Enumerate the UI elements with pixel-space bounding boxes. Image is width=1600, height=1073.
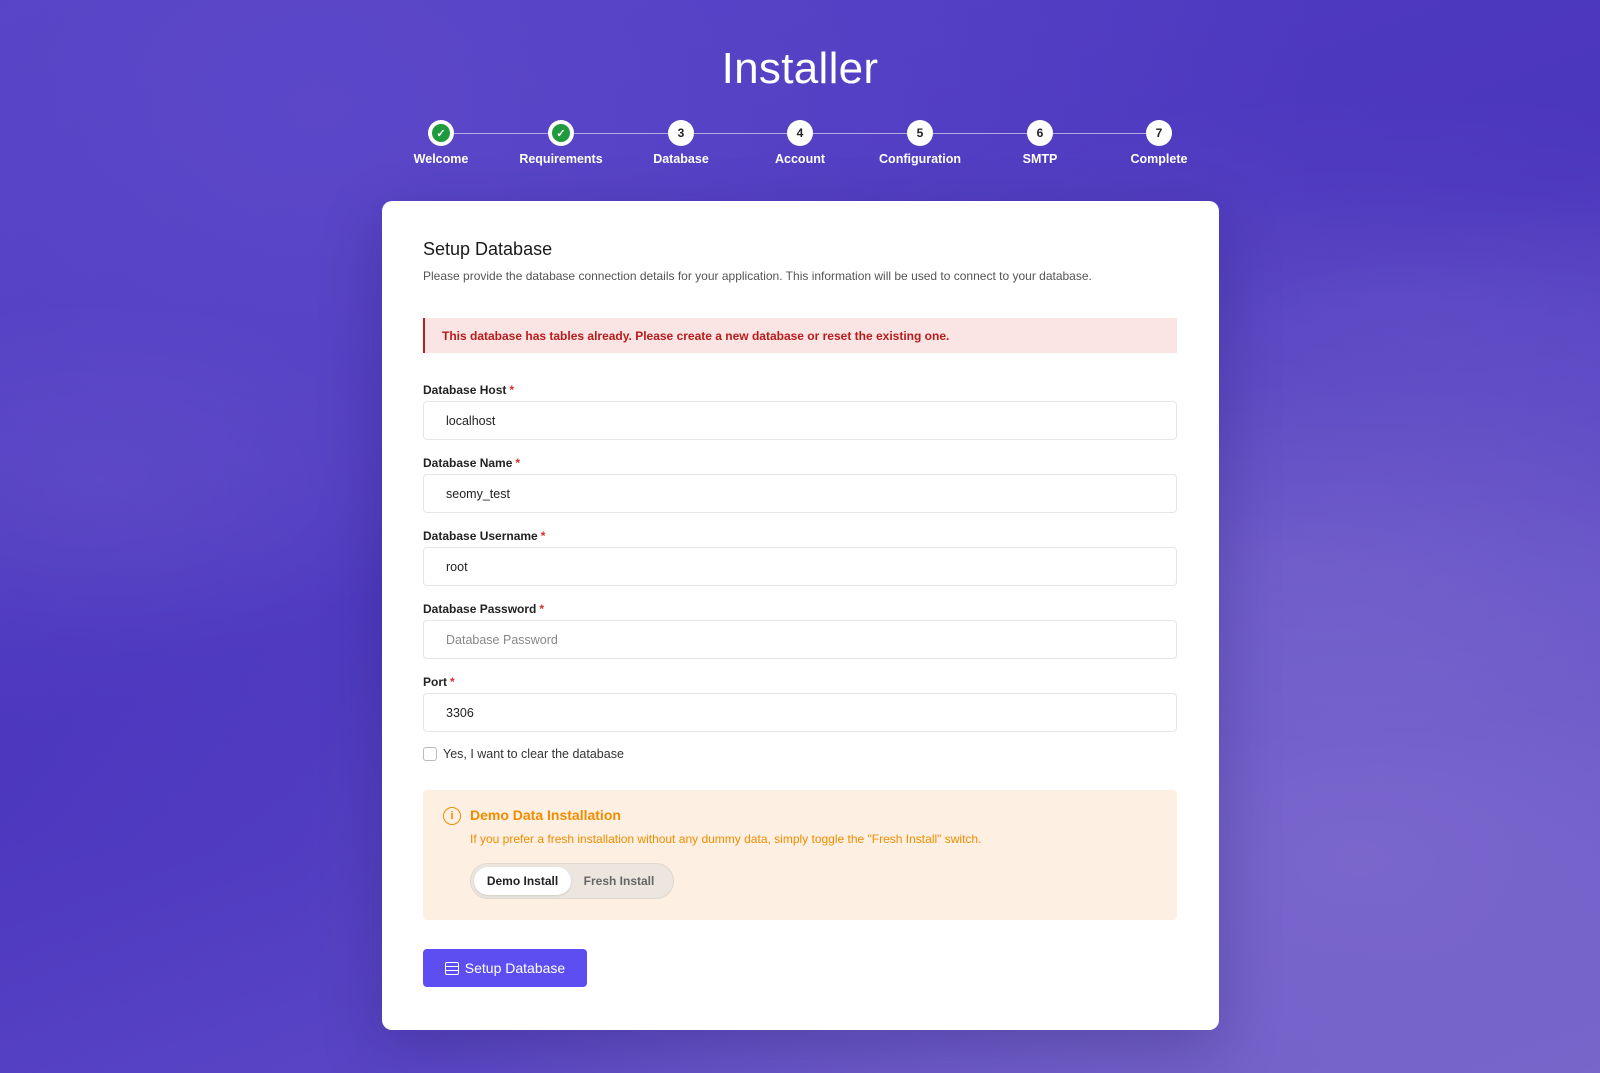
step-label: SMTP bbox=[1022, 152, 1058, 166]
error-alert: This database has tables already. Please… bbox=[423, 318, 1177, 353]
required-marker: * bbox=[539, 602, 545, 616]
label-text: Database Host bbox=[423, 383, 507, 397]
info-icon: i bbox=[443, 807, 461, 825]
card-title: Setup Database bbox=[423, 239, 553, 259]
step-complete: 7 Complete bbox=[1099, 120, 1219, 166]
required-marker: * bbox=[450, 675, 455, 689]
label-text: Port bbox=[423, 675, 447, 689]
step-number: 7 bbox=[1146, 120, 1172, 146]
demo-data-panel: i Demo Data Installation If you prefer a… bbox=[423, 790, 1177, 920]
label-text: Database Name bbox=[423, 456, 513, 470]
port-label: Port * bbox=[423, 675, 455, 689]
clear-database-label: Yes, I want to clear the database bbox=[443, 747, 624, 761]
demo-title: Demo Data Installation bbox=[470, 807, 621, 823]
setup-database-card: Setup Database Please provide the databa… bbox=[382, 201, 1219, 1030]
database-password-label: Database Password * bbox=[423, 602, 544, 616]
step-label: Welcome bbox=[413, 152, 469, 166]
step-label: Database bbox=[653, 152, 709, 166]
required-marker: * bbox=[515, 456, 521, 470]
required-marker: * bbox=[540, 529, 546, 543]
demo-install-option[interactable]: Demo Install bbox=[474, 867, 571, 895]
step-label: Configuration bbox=[879, 152, 961, 166]
label-text: Database Password bbox=[423, 602, 537, 616]
step-database: 3 Database bbox=[621, 120, 741, 166]
label-text: Database Username bbox=[423, 529, 538, 543]
database-password-input[interactable] bbox=[423, 620, 1177, 659]
clear-database-row[interactable]: Yes, I want to clear the database bbox=[423, 747, 624, 761]
card-description: Please provide the database connection d… bbox=[423, 269, 1092, 283]
step-number: 4 bbox=[787, 120, 813, 146]
setup-database-button-label: Setup Database bbox=[464, 960, 566, 976]
database-host-input[interactable] bbox=[423, 401, 1177, 440]
step-circle: ✓ bbox=[428, 120, 454, 146]
step-label: Requirements bbox=[519, 152, 603, 166]
setup-database-button[interactable]: Setup Database bbox=[423, 949, 587, 987]
required-marker: * bbox=[509, 383, 515, 397]
step-smtp: 6 SMTP bbox=[980, 120, 1100, 166]
database-name-label: Database Name * bbox=[423, 456, 520, 470]
step-requirements: ✓ Requirements bbox=[501, 120, 621, 166]
database-name-input[interactable] bbox=[423, 474, 1177, 513]
check-icon: ✓ bbox=[552, 124, 570, 142]
step-welcome: ✓ Welcome bbox=[381, 120, 501, 166]
demo-description: If you prefer a fresh installation witho… bbox=[470, 832, 982, 846]
database-username-input[interactable] bbox=[423, 547, 1177, 586]
step-configuration: 5 Configuration bbox=[860, 120, 980, 166]
fresh-install-option[interactable]: Fresh Install bbox=[571, 867, 667, 895]
step-label: Complete bbox=[1130, 152, 1188, 166]
page-title: Installer bbox=[721, 44, 879, 93]
step-number: 5 bbox=[907, 120, 933, 146]
clear-database-checkbox[interactable] bbox=[423, 747, 437, 761]
step-number: 6 bbox=[1027, 120, 1053, 146]
port-input[interactable] bbox=[423, 693, 1177, 732]
step-number: 3 bbox=[668, 120, 694, 146]
step-circle: ✓ bbox=[548, 120, 574, 146]
database-host-label: Database Host * bbox=[423, 383, 514, 397]
step-account: 4 Account bbox=[740, 120, 860, 166]
step-label: Account bbox=[775, 152, 825, 166]
database-username-label: Database Username * bbox=[423, 529, 545, 543]
database-icon bbox=[444, 961, 459, 975]
check-icon: ✓ bbox=[432, 124, 450, 142]
installer-stepper: ✓ Welcome ✓ Requirements 3 Database 4 Ac… bbox=[400, 120, 1200, 170]
install-mode-toggle[interactable]: Demo Install Fresh Install bbox=[470, 863, 674, 899]
